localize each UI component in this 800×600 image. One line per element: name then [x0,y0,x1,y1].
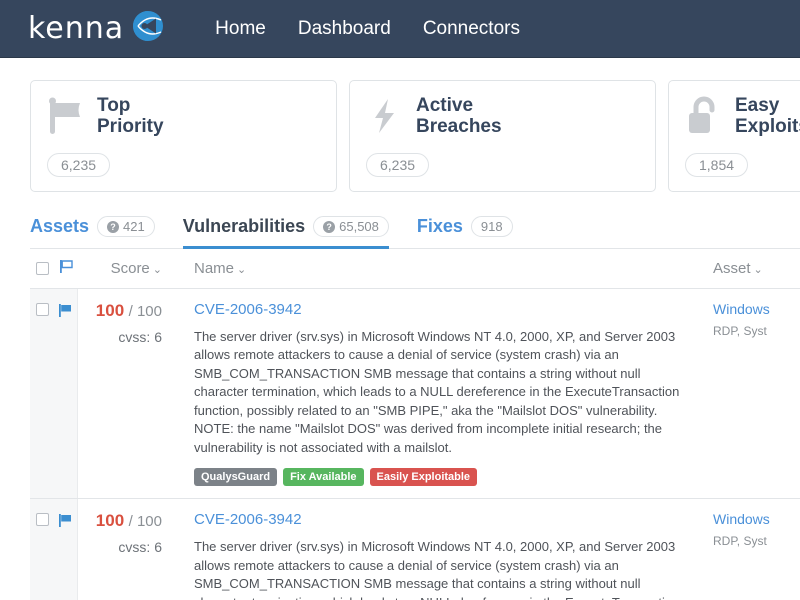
card-title-line1: Easy [735,95,780,116]
asset-link[interactable]: Windows [713,301,800,317]
status-badge-fix-available: Fix Available [283,468,364,487]
vulnerability-description: The server driver (srv.sys) in Microsoft… [194,539,679,600]
chevron-down-icon: ⌄ [152,263,162,276]
nav-link-home[interactable]: Home [215,18,266,40]
tab-assets-count: ? 421 [97,216,155,237]
table-row[interactable]: 100 / 100 cvss: 6 CVE-2006-3942 The serv… [30,289,800,500]
card-title-line1: Top [97,95,131,116]
tab-assets-count-value: 421 [123,219,145,234]
cvss-score: cvss: 6 [118,329,162,345]
top-navigation-bar: kenna Home Dashboard Connectors [0,0,800,58]
row-asset-cell: Windows RDP, Syst [705,289,800,498]
nav-link-connectors[interactable]: Connectors [423,18,520,40]
risk-score-max: / 100 [128,513,162,531]
logo[interactable]: kenna [28,9,165,48]
asset-meta: RDP, Syst [713,324,767,338]
header-score-column[interactable]: Score ⌄ [78,260,178,278]
header-name-column[interactable]: Name ⌄ [178,260,705,278]
card-header: Easy Exploits [685,95,800,141]
kenna-circle-logo-icon [131,9,165,48]
row-name-cell: CVE-2006-3942 The server driver (srv.sys… [178,289,705,498]
tab-fixes-label: Fixes [416,216,463,236]
tab-fixes-count-value: 918 [480,219,503,234]
card-title-line1: Active [416,95,474,116]
card-title-line2: Priority [97,116,164,138]
tab-vulnerabilities-count: ? 65,508 [313,216,389,237]
chevron-down-icon: ⌄ [753,263,763,276]
nav-links: Home Dashboard Connectors [215,18,520,40]
open-padlock-icon [685,96,723,141]
flag-outline-icon[interactable] [59,259,74,279]
risk-score: 100 [95,301,125,320]
table-row[interactable]: 100 / 100 cvss: 6 CVE-2006-3942 The serv… [30,499,800,600]
cvss-score: cvss: 6 [118,539,162,556]
row-name-cell: CVE-2006-3942 The server driver (srv.sys… [178,499,705,600]
header-asset-column[interactable]: Asset ⌄ [705,260,800,278]
tab-vulnerabilities-count-value: 65,508 [339,219,379,234]
row-select-gutter [30,289,78,499]
cve-link[interactable]: CVE-2006-3942 [194,301,302,318]
content-tabs: Assets ? 421 Vulnerabilities ? 65,508 Fi… [30,216,800,249]
card-title: Top Priority [97,95,164,138]
card-title: Easy Exploits [735,95,800,138]
risk-score-max: / 100 [128,303,162,320]
row-checkbox[interactable] [36,303,49,316]
card-title-line2: Breaches [416,116,502,138]
table-header-row: Score ⌄ Name ⌄ Asset ⌄ [30,249,800,289]
row-score-cell: 100 / 100 cvss: 6 [78,499,178,600]
tab-assets[interactable]: Assets ? 421 [30,216,155,249]
header-name-label: Name [194,259,235,277]
card-count-pill: 6,235 [366,153,430,177]
row-select-gutter [30,499,78,600]
stat-card-top-priority[interactable]: Top Priority 6,235 [30,80,337,192]
vulnerability-description: The server driver (srv.sys) in Microsoft… [194,329,680,455]
lightning-bolt-icon [366,96,404,141]
asset-link[interactable]: Windows [713,511,800,527]
tab-fixes[interactable]: Fixes 918 [417,216,513,249]
row-asset-cell: Windows RDP, Syst [705,499,800,600]
card-title-line2: Exploits [735,116,800,138]
card-count-pill: 1,854 [685,153,749,177]
card-count-pill: 6,235 [47,153,111,177]
row-checkbox[interactable] [36,513,49,527]
status-badge-easily-exploitable: Easily Exploitable [369,468,478,487]
header-asset-label: Asset [713,259,751,277]
tab-vulnerabilities[interactable]: Vulnerabilities ? 65,508 [182,216,389,249]
card-header: Top Priority [47,95,320,141]
risk-score: 100 [95,511,125,531]
select-all-checkbox[interactable] [36,262,49,275]
stat-cards-row: Top Priority 6,235 Active Breaches 6,235 [0,58,800,192]
tab-assets-label: Assets [30,216,90,236]
header-score-label: Score [110,259,150,277]
asset-meta: RDP, Syst [713,534,767,549]
flag-filled-icon[interactable] [58,303,73,323]
flag-filled-icon[interactable] [58,513,73,533]
chevron-down-icon: ⌄ [237,263,247,276]
card-title: Active Breaches [416,95,502,138]
header-select-column [30,259,78,279]
badge-list: QualysGuard Fix Available Easily Exploit… [194,468,691,487]
help-icon: ? [323,220,336,233]
stat-card-active-breaches[interactable]: Active Breaches 6,235 [349,80,656,192]
row-score-cell: 100 / 100 cvss: 6 [78,289,178,498]
vulnerabilities-table: Score ⌄ Name ⌄ Asset ⌄ 100 / 100 cvss: 6 CV… [30,249,800,600]
status-badge-scanner: QualysGuard [194,468,278,487]
tab-vulnerabilities-label: Vulnerabilities [182,216,306,236]
card-header: Active Breaches [366,95,639,141]
help-icon: ? [107,220,120,233]
stat-card-easy-exploits[interactable]: Easy Exploits 1,854 [668,80,800,192]
cve-link[interactable]: CVE-2006-3942 [194,511,302,528]
nav-link-dashboard[interactable]: Dashboard [298,18,391,40]
logo-text: kenna [28,10,125,46]
tab-fixes-count: 918 [470,216,513,237]
flag-icon [47,96,85,141]
